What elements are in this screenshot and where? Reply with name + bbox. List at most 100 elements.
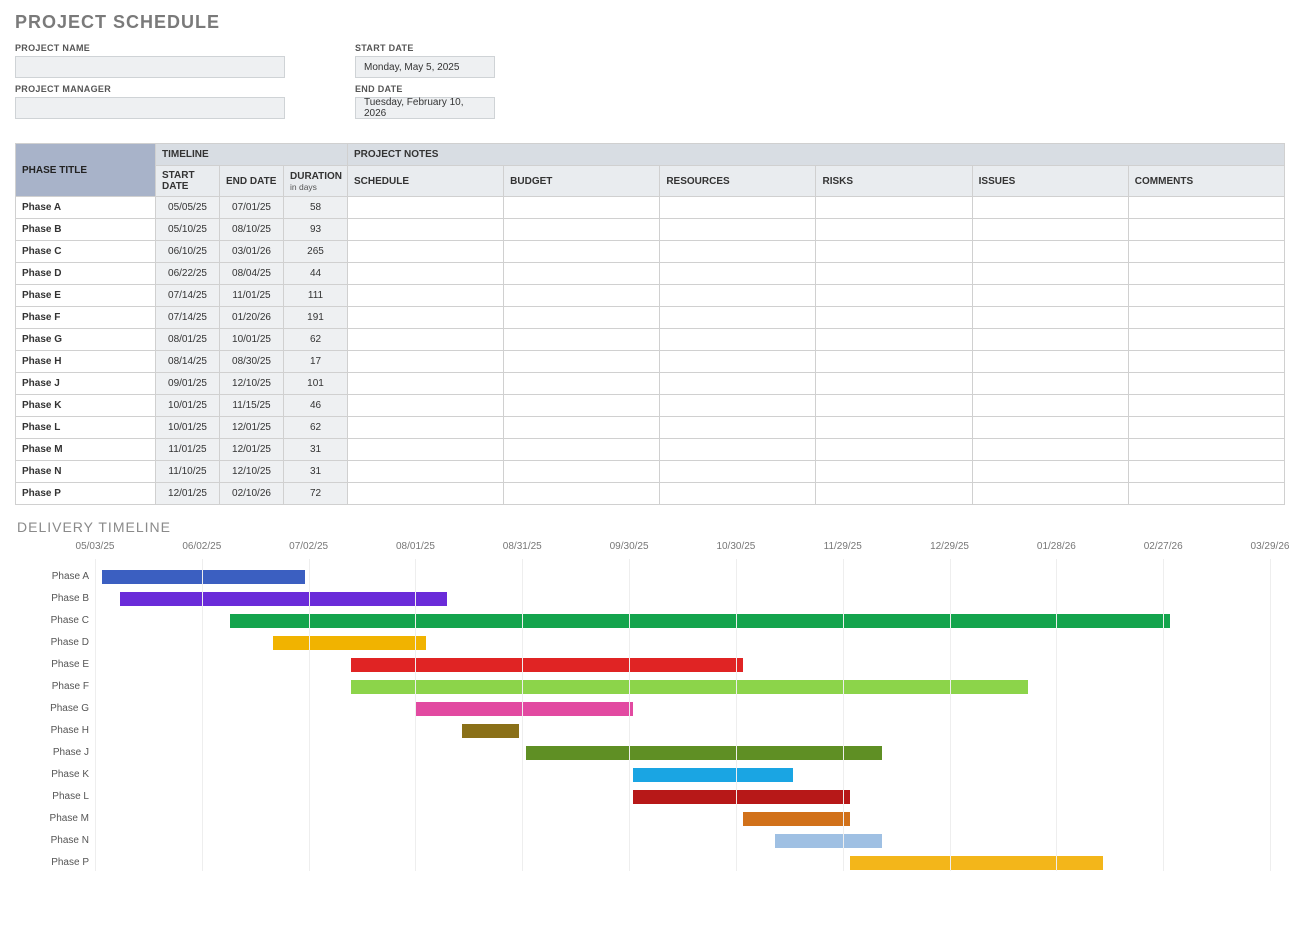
budget-cell[interactable] xyxy=(504,395,660,417)
end-cell[interactable]: 10/01/25 xyxy=(220,329,284,351)
gantt-bar[interactable] xyxy=(351,658,743,672)
issues-cell[interactable] xyxy=(972,197,1128,219)
risks-cell[interactable] xyxy=(816,285,972,307)
resources-cell[interactable] xyxy=(660,439,816,461)
end-cell[interactable]: 12/10/25 xyxy=(220,373,284,395)
risks-cell[interactable] xyxy=(816,219,972,241)
risks-cell[interactable] xyxy=(816,197,972,219)
comments-cell[interactable] xyxy=(1128,285,1284,307)
end-cell[interactable]: 11/01/25 xyxy=(220,285,284,307)
table-row[interactable]: Phase J09/01/2512/10/25101 xyxy=(16,373,1285,395)
start-cell[interactable]: 10/01/25 xyxy=(156,395,220,417)
resources-cell[interactable] xyxy=(660,197,816,219)
end-cell[interactable]: 08/10/25 xyxy=(220,219,284,241)
start-cell[interactable]: 09/01/25 xyxy=(156,373,220,395)
end-cell[interactable]: 08/04/25 xyxy=(220,263,284,285)
issues-cell[interactable] xyxy=(972,285,1128,307)
gantt-bar[interactable] xyxy=(120,592,448,606)
table-row[interactable]: Phase E07/14/2511/01/25111 xyxy=(16,285,1285,307)
issues-cell[interactable] xyxy=(972,263,1128,285)
budget-cell[interactable] xyxy=(504,197,660,219)
issues-cell[interactable] xyxy=(972,219,1128,241)
resources-cell[interactable] xyxy=(660,241,816,263)
schedule-cell[interactable] xyxy=(348,439,504,461)
schedule-cell[interactable] xyxy=(348,373,504,395)
table-row[interactable]: Phase B05/10/2508/10/2593 xyxy=(16,219,1285,241)
resources-cell[interactable] xyxy=(660,351,816,373)
comments-cell[interactable] xyxy=(1128,307,1284,329)
project-name-input[interactable] xyxy=(15,56,285,78)
schedule-cell[interactable] xyxy=(348,197,504,219)
gantt-bar[interactable] xyxy=(850,856,1103,870)
end-cell[interactable]: 01/20/26 xyxy=(220,307,284,329)
end-cell[interactable]: 12/01/25 xyxy=(220,439,284,461)
issues-cell[interactable] xyxy=(972,483,1128,505)
comments-cell[interactable] xyxy=(1128,439,1284,461)
gantt-bar[interactable] xyxy=(351,680,1028,694)
budget-cell[interactable] xyxy=(504,461,660,483)
budget-cell[interactable] xyxy=(504,373,660,395)
issues-cell[interactable] xyxy=(972,373,1128,395)
start-cell[interactable]: 12/01/25 xyxy=(156,483,220,505)
comments-cell[interactable] xyxy=(1128,417,1284,439)
comments-cell[interactable] xyxy=(1128,241,1284,263)
end-cell[interactable]: 12/01/25 xyxy=(220,417,284,439)
risks-cell[interactable] xyxy=(816,439,972,461)
risks-cell[interactable] xyxy=(816,395,972,417)
budget-cell[interactable] xyxy=(504,483,660,505)
resources-cell[interactable] xyxy=(660,329,816,351)
budget-cell[interactable] xyxy=(504,263,660,285)
end-cell[interactable]: 11/15/25 xyxy=(220,395,284,417)
resources-cell[interactable] xyxy=(660,307,816,329)
risks-cell[interactable] xyxy=(816,461,972,483)
issues-cell[interactable] xyxy=(972,395,1128,417)
schedule-cell[interactable] xyxy=(348,395,504,417)
risks-cell[interactable] xyxy=(816,241,972,263)
end-cell[interactable]: 03/01/26 xyxy=(220,241,284,263)
risks-cell[interactable] xyxy=(816,307,972,329)
comments-cell[interactable] xyxy=(1128,395,1284,417)
budget-cell[interactable] xyxy=(504,241,660,263)
issues-cell[interactable] xyxy=(972,417,1128,439)
schedule-cell[interactable] xyxy=(348,351,504,373)
end-cell[interactable]: 12/10/25 xyxy=(220,461,284,483)
table-row[interactable]: Phase C06/10/2503/01/26265 xyxy=(16,241,1285,263)
budget-cell[interactable] xyxy=(504,329,660,351)
schedule-cell[interactable] xyxy=(348,461,504,483)
risks-cell[interactable] xyxy=(816,263,972,285)
resources-cell[interactable] xyxy=(660,219,816,241)
table-row[interactable]: Phase D06/22/2508/04/2544 xyxy=(16,263,1285,285)
comments-cell[interactable] xyxy=(1128,219,1284,241)
start-cell[interactable]: 05/10/25 xyxy=(156,219,220,241)
issues-cell[interactable] xyxy=(972,241,1128,263)
budget-cell[interactable] xyxy=(504,417,660,439)
schedule-cell[interactable] xyxy=(348,263,504,285)
gantt-bar[interactable] xyxy=(102,570,305,584)
comments-cell[interactable] xyxy=(1128,197,1284,219)
start-cell[interactable]: 08/14/25 xyxy=(156,351,220,373)
resources-cell[interactable] xyxy=(660,417,816,439)
gantt-bar[interactable] xyxy=(633,768,793,782)
schedule-cell[interactable] xyxy=(348,285,504,307)
table-row[interactable]: Phase G08/01/2510/01/2562 xyxy=(16,329,1285,351)
issues-cell[interactable] xyxy=(972,351,1128,373)
risks-cell[interactable] xyxy=(816,417,972,439)
resources-cell[interactable] xyxy=(660,483,816,505)
end-cell[interactable]: 07/01/25 xyxy=(220,197,284,219)
gantt-bar[interactable] xyxy=(775,834,882,848)
comments-cell[interactable] xyxy=(1128,483,1284,505)
resources-cell[interactable] xyxy=(660,461,816,483)
schedule-cell[interactable] xyxy=(348,219,504,241)
issues-cell[interactable] xyxy=(972,329,1128,351)
resources-cell[interactable] xyxy=(660,373,816,395)
start-cell[interactable]: 05/05/25 xyxy=(156,197,220,219)
schedule-cell[interactable] xyxy=(348,307,504,329)
start-cell[interactable]: 11/10/25 xyxy=(156,461,220,483)
end-cell[interactable]: 08/30/25 xyxy=(220,351,284,373)
issues-cell[interactable] xyxy=(972,307,1128,329)
budget-cell[interactable] xyxy=(504,307,660,329)
risks-cell[interactable] xyxy=(816,373,972,395)
table-row[interactable]: Phase N11/10/2512/10/2531 xyxy=(16,461,1285,483)
start-cell[interactable]: 07/14/25 xyxy=(156,285,220,307)
table-row[interactable]: Phase K10/01/2511/15/2546 xyxy=(16,395,1285,417)
